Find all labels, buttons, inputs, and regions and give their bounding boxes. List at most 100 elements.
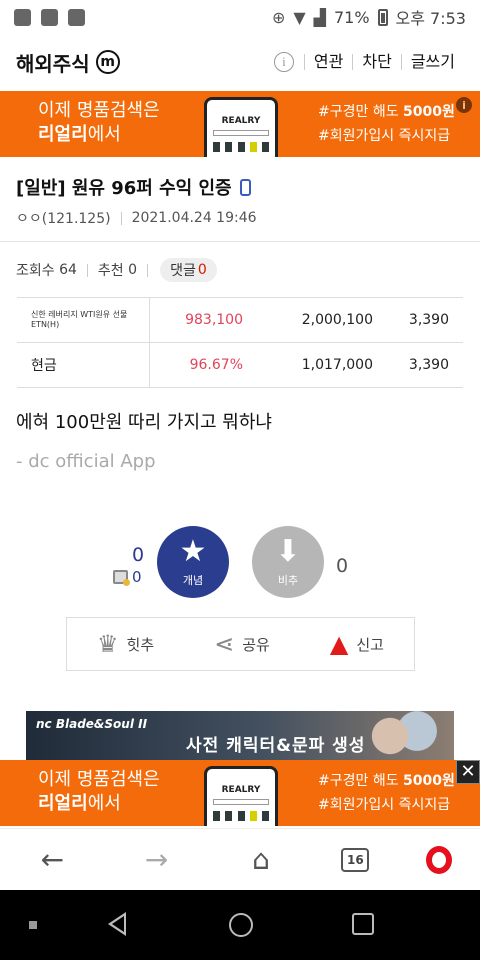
hit-label: 힛추 — [126, 635, 155, 654]
holding-qty: 3,390 — [373, 297, 463, 343]
signal-icon: ▟ — [313, 7, 326, 27]
ad-promo-text: #구경만 해도 5000원 #회원가입시 즉시지급 — [318, 769, 455, 817]
wifi-icon: ▼ — [293, 7, 306, 27]
nav-home-icon[interactable] — [229, 913, 253, 937]
crown-icon: ♛ — [97, 630, 119, 658]
recommend-label: 추천 — [97, 263, 124, 279]
ad-promo-line2: #회원가입시 즉시지급 — [318, 797, 451, 813]
ad-close-icon[interactable]: ✕ — [456, 760, 480, 784]
game-ad-artwork — [354, 711, 444, 761]
report-button[interactable]: ▲ 신고 — [330, 632, 384, 656]
ad-promo-amount: 5000원 — [403, 104, 455, 120]
recommend-count: 0 — [128, 262, 138, 278]
holding-amount: 1,017,000 — [245, 342, 373, 388]
app-notification-icon — [14, 8, 31, 26]
ad-promo-text: #구경만 해도 5000원 #회원가입시 즉시지급 — [318, 100, 455, 148]
holding-name: 신한 레버리지 WTI원유 선물 ETN(H) — [17, 297, 150, 343]
ad-promo-prefix: #구경만 해도 — [318, 104, 404, 120]
down-count: 0 — [336, 555, 349, 577]
image-notification-icon — [41, 8, 58, 26]
info-icon[interactable]: i — [273, 52, 294, 72]
ad-headline: 이제 명품검색은 리얼리에서 — [38, 99, 160, 147]
post-title: [일반] 원유 96퍼 수익 인증 — [16, 174, 251, 200]
forward-arrow-icon[interactable]: → — [133, 843, 181, 876]
ad-headline: 이제 명품검색은 리얼리에서 — [38, 768, 160, 816]
share-icon: ⋖ — [214, 630, 235, 658]
fixed-count: 0 — [132, 568, 142, 586]
home-icon[interactable]: ⌂ — [237, 843, 285, 876]
minor-gallery-badge-icon: m — [95, 50, 120, 74]
phone-product-row — [213, 811, 269, 821]
reply-button[interactable]: 댓글 0 — [160, 258, 217, 282]
nav-dot-icon[interactable] — [29, 921, 37, 929]
clock: 오후 7:53 — [395, 9, 466, 28]
gallery-name: 해외주식 — [16, 51, 90, 76]
up-count: 0 — [132, 544, 145, 566]
battery-icon — [377, 8, 388, 26]
battery-saver-icon — [68, 8, 85, 26]
ad-line2-rest: 에서 — [87, 793, 121, 814]
write-link[interactable]: 글쓰기 — [400, 54, 464, 70]
phone-brand: REALRY — [221, 116, 261, 126]
reply-count: 0 — [197, 262, 207, 278]
ad-promo-prefix: #구경만 해도 — [318, 773, 404, 789]
recommend-up-label: 개념 — [182, 574, 204, 587]
nav-recents-icon[interactable] — [352, 913, 374, 935]
recommend-down-label: 비추 — [277, 574, 299, 587]
nav-back-icon[interactable] — [108, 912, 126, 936]
siren-icon: ▲ — [329, 630, 349, 658]
views-count: 64 — [59, 262, 77, 278]
ad-promo-amount: 5000원 — [403, 773, 455, 789]
report-label: 신고 — [356, 635, 384, 654]
phone-search-bar — [213, 799, 269, 805]
back-arrow-icon[interactable]: ← — [28, 843, 76, 876]
app-signature: - dc official App — [16, 451, 156, 472]
ad-info-icon[interactable]: i — [456, 97, 472, 113]
post-meta: ㅇㅇ(121.125) 2021.04.24 19:46 — [16, 208, 257, 228]
views-label: 조회수 — [16, 263, 55, 279]
ad-line2-rest: 에서 — [87, 124, 121, 145]
post-action-bar: ♛ 힛추 ⋖ 공유 ▲ 신고 — [66, 617, 415, 671]
mobile-icon — [239, 178, 251, 196]
share-button[interactable]: ⋖ 공유 — [214, 632, 270, 656]
fixed-user-icon — [113, 570, 130, 586]
opera-menu-icon[interactable] — [425, 845, 452, 874]
phone-brand: REALRY — [221, 785, 261, 795]
data-saver-icon: ⊕ — [271, 7, 286, 27]
android-navigation-bar — [0, 890, 480, 960]
divider — [0, 241, 480, 242]
ad-promo-line2: #회원가입시 즉시지급 — [318, 128, 451, 144]
post-counts: 조회수 64 추천 0 댓글 0 — [16, 258, 217, 282]
game-ad-text: 사전 캐릭터&문파 생성 — [186, 736, 366, 756]
game-ad-banner[interactable]: nc Blade&Soul II 사전 캐릭터&문파 생성 — [26, 711, 454, 761]
game-ad-logo: nc Blade&Soul II — [36, 717, 148, 731]
table-row: 현금 96.67% 1,017,000 3,390 — [17, 342, 463, 388]
ad-banner-top[interactable]: 이제 명품검색은 리얼리에서 REALRY #구경만 해도 5000원 #회원가… — [0, 91, 480, 157]
holding-name: 현금 — [17, 342, 150, 388]
gallery-title[interactable]: 해외주식 m — [16, 48, 120, 77]
phone-mockup: REALRY — [204, 97, 278, 157]
browser-toolbar: ← → ⌂ 16 — [0, 828, 480, 890]
table-row: 신한 레버리지 WTI원유 선물 ETN(H) 983,100 2,000,10… — [17, 297, 463, 343]
ad-line1: 이제 명품검색은 — [38, 100, 160, 121]
holding-rate: 983,100 — [149, 297, 245, 343]
gallery-header: 해외주식 m i 연관 차단 글쓰기 — [0, 34, 480, 90]
holding-qty: 3,390 — [373, 342, 463, 388]
share-label: 공유 — [242, 635, 270, 654]
tabs-button[interactable]: 16 — [341, 847, 370, 872]
block-link[interactable]: 차단 — [352, 54, 400, 70]
ad-banner-bottom[interactable]: 이제 명품검색은 리얼리에서 REALRY #구경만 해도 5000원 #회원가… — [0, 760, 480, 826]
hit-button[interactable]: ♛ 힛추 — [97, 632, 154, 656]
holding-rate: 96.67% — [149, 342, 245, 388]
related-link[interactable]: 연관 — [303, 54, 352, 70]
phone-mockup: REALRY — [204, 766, 278, 826]
post-author[interactable]: ㅇㅇ(121.125) — [16, 208, 111, 228]
recommend-down-button[interactable]: ⬇ 비추 — [252, 526, 324, 598]
ad-line1: 이제 명품검색은 — [38, 769, 160, 790]
holding-amount: 2,000,100 — [245, 297, 373, 343]
recommend-up-button[interactable]: ★ 개념 — [157, 526, 229, 598]
post-body: 에혀 100만원 따리 가지고 뭐하냐 — [16, 412, 272, 433]
star-icon: ★ — [179, 534, 207, 569]
ad-brand: 리얼리 — [38, 793, 88, 814]
phone-product-row — [213, 142, 269, 152]
